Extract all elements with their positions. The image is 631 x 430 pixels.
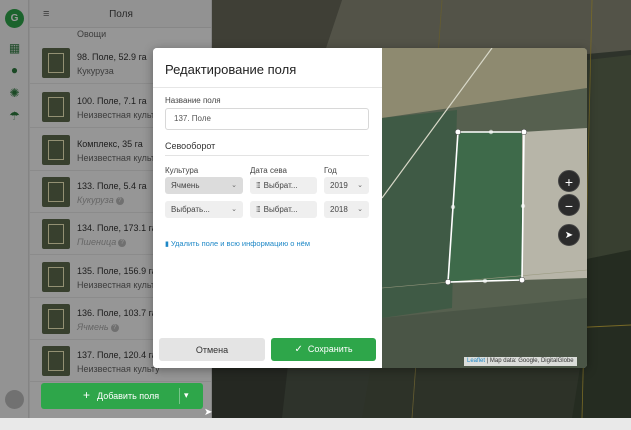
divider xyxy=(153,87,382,88)
map-attribution: Leaflet | Map data: Google, DigitalGlobe xyxy=(464,357,577,366)
zoom-out-button[interactable]: − xyxy=(558,194,580,216)
satellite-map xyxy=(382,48,587,368)
add-fields-button[interactable]: + Добавить поля ▾ xyxy=(41,383,203,409)
delete-field-link[interactable]: ▮ Удалить поле и всю информацию о нём xyxy=(165,239,310,248)
chevron-down-icon: ⌄ xyxy=(231,182,237,189)
field-name-input[interactable]: 137. Поле xyxy=(165,108,369,130)
chevron-down-icon[interactable]: ▾ xyxy=(184,390,189,401)
plus-icon: + xyxy=(83,388,91,402)
calendar-icon: ⁞⁞⁞ xyxy=(256,181,261,190)
crop-select[interactable]: Ячмень ⌄ xyxy=(165,177,243,194)
locate-button[interactable]: ➤ xyxy=(558,224,580,246)
chevron-down-icon: ⌄ xyxy=(357,182,363,189)
zoom-in-button[interactable]: + xyxy=(558,170,580,192)
leaflet-link[interactable]: Leaflet xyxy=(467,358,485,364)
save-button[interactable]: ✓ Сохранить xyxy=(271,338,376,361)
cancel-button[interactable]: Отмена xyxy=(159,338,265,361)
edit-field-modal: Редактирование поля Название поля 137. П… xyxy=(153,48,587,368)
sowing-date-picker[interactable]: ⁞⁞⁞ Выбрат... xyxy=(250,201,317,218)
crop-select[interactable]: Выбрать... ⌄ xyxy=(165,201,243,218)
year-select[interactable]: 2019 ⌄ xyxy=(324,177,369,194)
divider xyxy=(165,155,369,156)
sowing-date-picker[interactable]: ⁞⁞⁞ Выбрат... xyxy=(250,177,317,194)
calendar-icon: ⁞⁞⁞ xyxy=(256,205,261,214)
rotation-title: Севооборот xyxy=(165,141,216,151)
sowing-date-column-label: Дата сева xyxy=(250,166,287,175)
check-icon: ✓ xyxy=(294,344,303,355)
trash-icon: ▮ xyxy=(165,241,169,248)
edit-form: Редактирование поля Название поля 137. П… xyxy=(153,48,382,368)
navigation-arrow-icon: ➤ xyxy=(564,230,574,241)
year-select[interactable]: 2018 ⌄ xyxy=(324,201,369,218)
field-edit-map[interactable]: + − ➤ Leaflet | Map data: Google, Digita… xyxy=(382,48,587,368)
crop-column-label: Культура xyxy=(165,166,199,175)
chevron-down-icon: ⌄ xyxy=(231,206,237,213)
chevron-down-icon: ⌄ xyxy=(357,206,363,213)
year-column-label: Год xyxy=(324,166,337,175)
field-name-label: Название поля xyxy=(165,96,221,105)
mouse-cursor-icon: ➤ xyxy=(204,407,213,418)
modal-title: Редактирование поля xyxy=(165,62,297,77)
